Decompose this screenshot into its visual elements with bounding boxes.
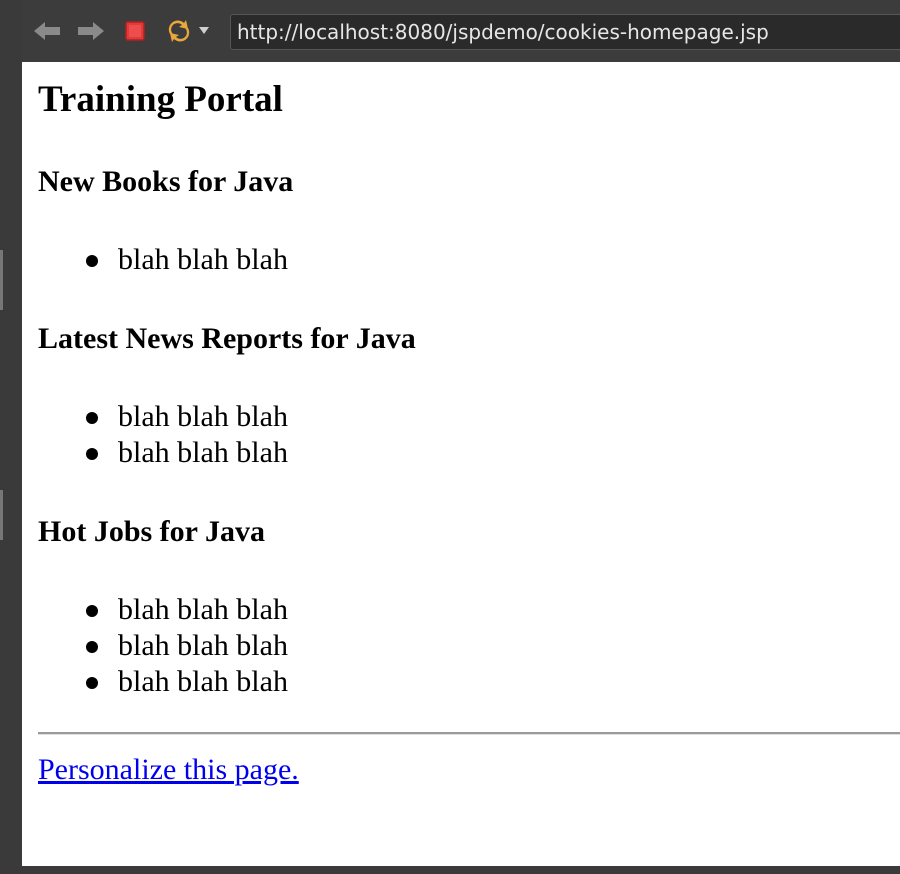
section-heading-latest-news: Latest News Reports for Java (38, 322, 416, 355)
list-item: blah blah blah (38, 628, 288, 664)
bullet-icon (86, 412, 98, 424)
list-item: blah blah blah (38, 399, 288, 435)
reload-dropdown[interactable] (194, 14, 214, 48)
list-item: blah blah blah (38, 664, 288, 700)
stop-icon (125, 21, 145, 41)
stop-button[interactable] (118, 14, 152, 48)
list-item: blah blah blah (38, 242, 288, 278)
reload-button[interactable] (162, 14, 196, 48)
list-item-text: blah blah blah (118, 629, 288, 662)
new-books-list: blah blah blah (38, 242, 288, 278)
gutter-marker (0, 250, 3, 310)
forward-button[interactable] (74, 14, 108, 48)
section-heading-hot-jobs: Hot Jobs for Java (38, 515, 265, 548)
bullet-icon (86, 448, 98, 460)
left-gutter (0, 0, 22, 874)
forward-arrow-icon (78, 22, 104, 40)
address-bar[interactable]: http://localhost:8080/jspdemo/cookies-ho… (230, 14, 900, 50)
horizontal-rule (38, 732, 900, 735)
reload-icon (168, 20, 190, 42)
browser-window: http://localhost:8080/jspdemo/cookies-ho… (0, 0, 900, 874)
bullet-icon (86, 605, 98, 617)
list-item-text: blah blah blah (118, 400, 288, 433)
list-item-text: blah blah blah (118, 593, 288, 626)
bullet-icon (86, 255, 98, 267)
personalize-link[interactable]: Personalize this page. (38, 752, 299, 788)
bullet-icon (86, 641, 98, 653)
list-item-text: blah blah blah (118, 665, 288, 698)
list-item: blah blah blah (38, 592, 288, 628)
dropdown-arrow-icon (199, 27, 209, 34)
list-item-text: blah blah blah (118, 243, 288, 276)
list-item: blah blah blah (38, 435, 288, 471)
page-viewport: Training Portal New Books for Java blah … (22, 62, 900, 866)
section-heading-new-books: New Books for Java (38, 165, 294, 198)
back-arrow-icon (34, 22, 60, 40)
hot-jobs-list: blah blah blah blah blah blah blah blah … (38, 592, 288, 700)
bullet-icon (86, 677, 98, 689)
list-item-text: blah blah blah (118, 436, 288, 469)
gutter-marker (0, 490, 3, 540)
page-title: Training Portal (38, 79, 283, 120)
latest-news-list: blah blah blah blah blah blah (38, 399, 288, 471)
browser-toolbar: http://localhost:8080/jspdemo/cookies-ho… (22, 0, 900, 63)
back-button[interactable] (30, 14, 64, 48)
window-bottom-edge (22, 866, 900, 874)
